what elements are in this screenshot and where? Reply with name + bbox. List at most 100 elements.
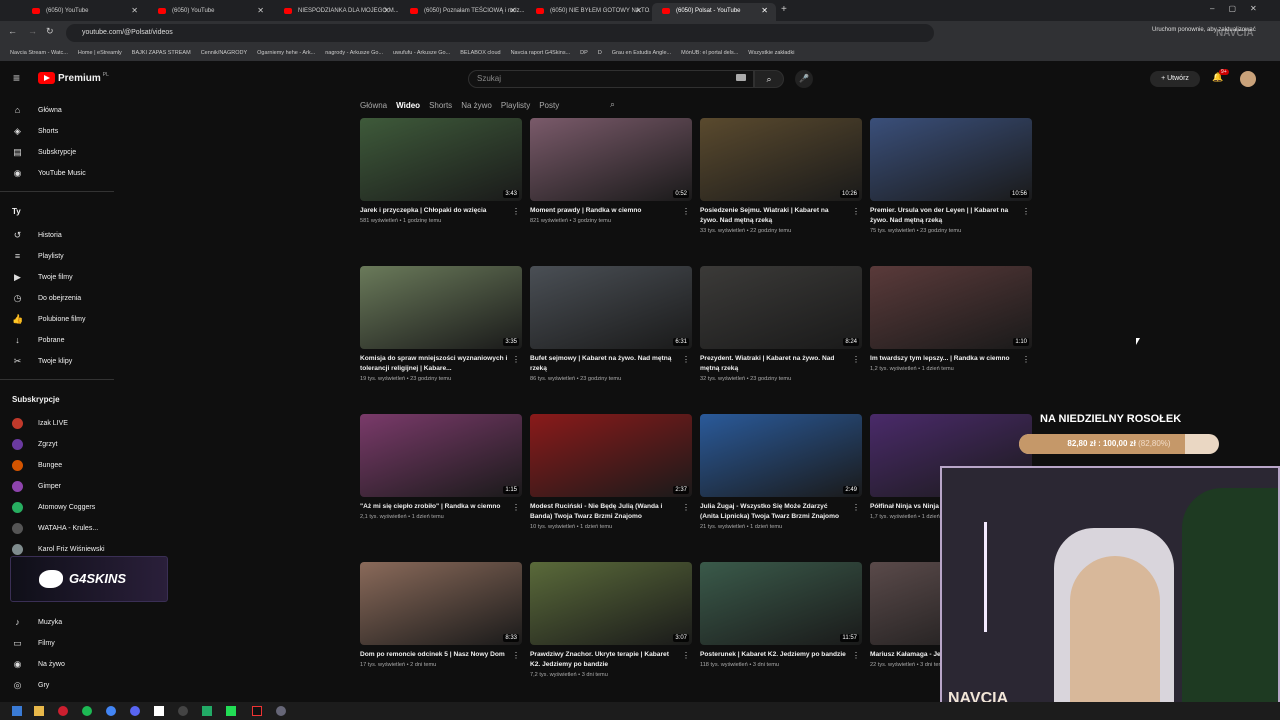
video-thumbnail[interactable]: 1:10 <box>870 266 1032 349</box>
browser-tab[interactable]: (6050) Poznałam TEŚCIOWĄ i rodz... ✕ <box>400 3 524 21</box>
spotify-icon[interactable] <box>82 706 92 716</box>
more-options-icon[interactable]: ⋮ <box>682 355 690 364</box>
video-thumbnail[interactable]: 10:26 <box>700 118 862 201</box>
keyboard-icon[interactable] <box>736 74 746 81</box>
back-icon[interactable]: ← <box>8 26 17 36</box>
video-card[interactable]: 3:43 Jarek i przyczepka | Chłopaki do wzi… <box>360 118 522 258</box>
bookmark-item[interactable]: MónUB: el portal dels... <box>681 45 738 61</box>
channel-tab[interactable]: Wideo <box>396 97 420 115</box>
more-options-icon[interactable]: ⋮ <box>1022 355 1030 364</box>
channel-tab[interactable]: Główna <box>360 97 387 115</box>
window-controls[interactable]: –▢✕ <box>1210 4 1271 13</box>
bookmark-item[interactable]: uwufufu - Arkusze Go... <box>393 45 450 61</box>
video-thumbnail[interactable]: 6:31 <box>530 266 692 349</box>
sidebar-item[interactable]: ◉ YouTube Music <box>0 163 122 184</box>
folder-icon[interactable] <box>34 706 44 716</box>
terminal-icon[interactable] <box>202 706 212 716</box>
voice-search-icon[interactable]: 🎤 <box>795 70 813 88</box>
video-thumbnail[interactable]: 8:33 <box>360 562 522 645</box>
video-card[interactable]: 11:57 Posterunek | Kabaret K2. Jedziemy p… <box>700 562 862 702</box>
bookmark-item[interactable]: Navcia raport G4Skins... <box>511 45 571 61</box>
sidebar-section-subscriptions[interactable]: Subskrypcje <box>0 387 122 413</box>
sidebar-item[interactable]: ◎ Gry <box>0 675 122 696</box>
bookmark-item[interactable]: Wszystkie zakładki <box>748 45 794 61</box>
video-title[interactable]: Bufet sejmowy | Kabaret na żywo. Nad męt… <box>530 354 678 374</box>
video-thumbnail[interactable]: 3:43 <box>360 118 522 201</box>
youtube-logo[interactable]: Premium PL <box>38 72 109 84</box>
bookmark-item[interactable]: Home | eStreamly <box>78 45 122 61</box>
sidebar-item[interactable]: Izak LIVE <box>0 413 122 434</box>
bookmark-item[interactable]: Ogarniemy hehe - Ark... <box>257 45 315 61</box>
url-field[interactable]: youtube.com/@Polsat/videos <box>66 24 934 42</box>
video-card[interactable]: 1:10 Im twardszy tym lepszy... | Randka w… <box>870 266 1032 406</box>
sidebar-item[interactable]: ◷ Do obejrzenia <box>0 288 122 309</box>
video-title[interactable]: Julia Żugaj - Wszystko Się Może Zdarzyć … <box>700 502 848 522</box>
sidebar-item[interactable]: ▶ Twoje filmy <box>0 267 122 288</box>
more-options-icon[interactable]: ⋮ <box>852 207 860 216</box>
more-options-icon[interactable]: ⋮ <box>512 503 520 512</box>
video-thumbnail[interactable]: 2:49 <box>700 414 862 497</box>
search-input[interactable]: Szukaj <box>468 70 754 88</box>
video-card[interactable]: 3:07 Prawdziwy Znachor. Ukryte terapie | … <box>530 562 692 702</box>
video-title[interactable]: Jarek i przyczepka | Chłopaki do wzięcia <box>360 206 508 216</box>
sidebar-item[interactable]: ♪ Muzyka <box>0 612 122 633</box>
browser-tab[interactable]: (6050) Polsat - YouTube ✕ <box>652 3 776 21</box>
sidebar-section-you[interactable]: Ty <box>0 199 122 225</box>
browser-tab[interactable]: (6050) YouTube ✕ <box>148 3 272 21</box>
discord-icon[interactable] <box>130 706 140 716</box>
opera-icon[interactable] <box>58 706 68 716</box>
bookmark-item[interactable]: Cennik/NAGRODY <box>201 45 247 61</box>
chrome-icon[interactable] <box>106 706 116 716</box>
more-options-icon[interactable]: ⋮ <box>682 651 690 660</box>
video-card[interactable]: 2:37 Modest Ruciński - Nie Będę Julią (Wa… <box>530 414 692 554</box>
video-card[interactable]: 1:15 "Aż mi się ciepło zrobiło" | Randka … <box>360 414 522 554</box>
more-options-icon[interactable]: ⋮ <box>512 207 520 216</box>
browser-tab[interactable]: (6050) YouTube ✕ <box>22 3 146 21</box>
channel-tab[interactable]: Shorts <box>429 97 452 115</box>
new-tab-button[interactable]: + <box>781 4 787 15</box>
sidebar-item[interactable]: 👍 Polubione filmy <box>0 309 122 330</box>
start-icon[interactable] <box>12 706 22 716</box>
bookmark-item[interactable]: BAJKI ZAPAS STREAM <box>132 45 191 61</box>
close-tab-icon[interactable]: ✕ <box>761 3 768 19</box>
tiktok-icon[interactable] <box>252 706 262 716</box>
sidebar-item[interactable]: ⌂ Główna <box>0 100 122 121</box>
video-thumbnail[interactable]: 10:56 <box>870 118 1032 201</box>
sidebar-item[interactable]: ▭ Filmy <box>0 633 122 654</box>
video-title[interactable]: Posterunek | Kabaret K2. Jedziemy po ban… <box>700 650 848 660</box>
close-tab-icon[interactable]: ✕ <box>635 3 642 19</box>
sidebar-item[interactable]: Atomowy Coggers <box>0 497 122 518</box>
obs-icon[interactable] <box>178 706 188 716</box>
video-card[interactable]: 8:33 Dom po remoncie odcinek 5 | Nasz Now… <box>360 562 522 702</box>
close-tab-icon[interactable]: ✕ <box>257 3 264 19</box>
close-tab-icon[interactable]: ✕ <box>383 3 390 19</box>
more-options-icon[interactable]: ⋮ <box>852 503 860 512</box>
more-options-icon[interactable]: ⋮ <box>852 355 860 364</box>
video-thumbnail[interactable]: 11:57 <box>700 562 862 645</box>
video-title[interactable]: Im twardszy tym lepszy... | Randka w cie… <box>870 354 1018 364</box>
sidebar-item[interactable]: Gimper <box>0 476 122 497</box>
more-options-icon[interactable]: ⋮ <box>682 503 690 512</box>
more-options-icon[interactable]: ⋮ <box>512 651 520 660</box>
video-title[interactable]: Prezydent. Wiatraki | Kabaret na żywo. N… <box>700 354 848 374</box>
bookmark-item[interactable]: BELABOX cloud <box>460 45 500 61</box>
video-thumbnail[interactable]: 0:52 <box>530 118 692 201</box>
search-button[interactable]: ⌕ <box>754 70 784 88</box>
video-title[interactable]: Premier. Ursula von der Leyen | | Kabare… <box>870 206 1018 226</box>
close-tab-icon[interactable]: ✕ <box>131 3 138 19</box>
create-button[interactable]: + Utwórz <box>1150 71 1200 87</box>
sidebar-item[interactable]: Bungee <box>0 455 122 476</box>
more-options-icon[interactable]: ⋮ <box>852 651 860 660</box>
video-title[interactable]: "Aż mi się ciepło zrobiło" | Randka w ci… <box>360 502 508 512</box>
video-thumbnail[interactable]: 3:35 <box>360 266 522 349</box>
video-card[interactable]: 2:49 Julia Żugaj - Wszystko Się Może Zdar… <box>700 414 862 554</box>
video-title[interactable]: Moment prawdy | Randka w ciemno <box>530 206 678 216</box>
video-title[interactable]: Dom po remoncie odcinek 5 | Nasz Nowy Do… <box>360 650 508 660</box>
bookmark-item[interactable]: Navcia Stream - Watc... <box>10 45 68 61</box>
video-card[interactable]: 10:56 Premier. Ursula von der Leyen | | K… <box>870 118 1032 258</box>
video-title[interactable]: Posiedzenie Sejmu. Wiatraki | Kabaret na… <box>700 206 848 226</box>
video-thumbnail[interactable]: 8:24 <box>700 266 862 349</box>
sidebar-item[interactable]: ✂ Twoje klipy <box>0 351 122 372</box>
browser-tab[interactable]: (6050) NIE BYŁEM GOTOWY NA TO... ✕ <box>526 3 650 21</box>
browser-tab[interactable]: NIESPODZIANKA DLA MOJEGO M... ✕ <box>274 3 398 21</box>
